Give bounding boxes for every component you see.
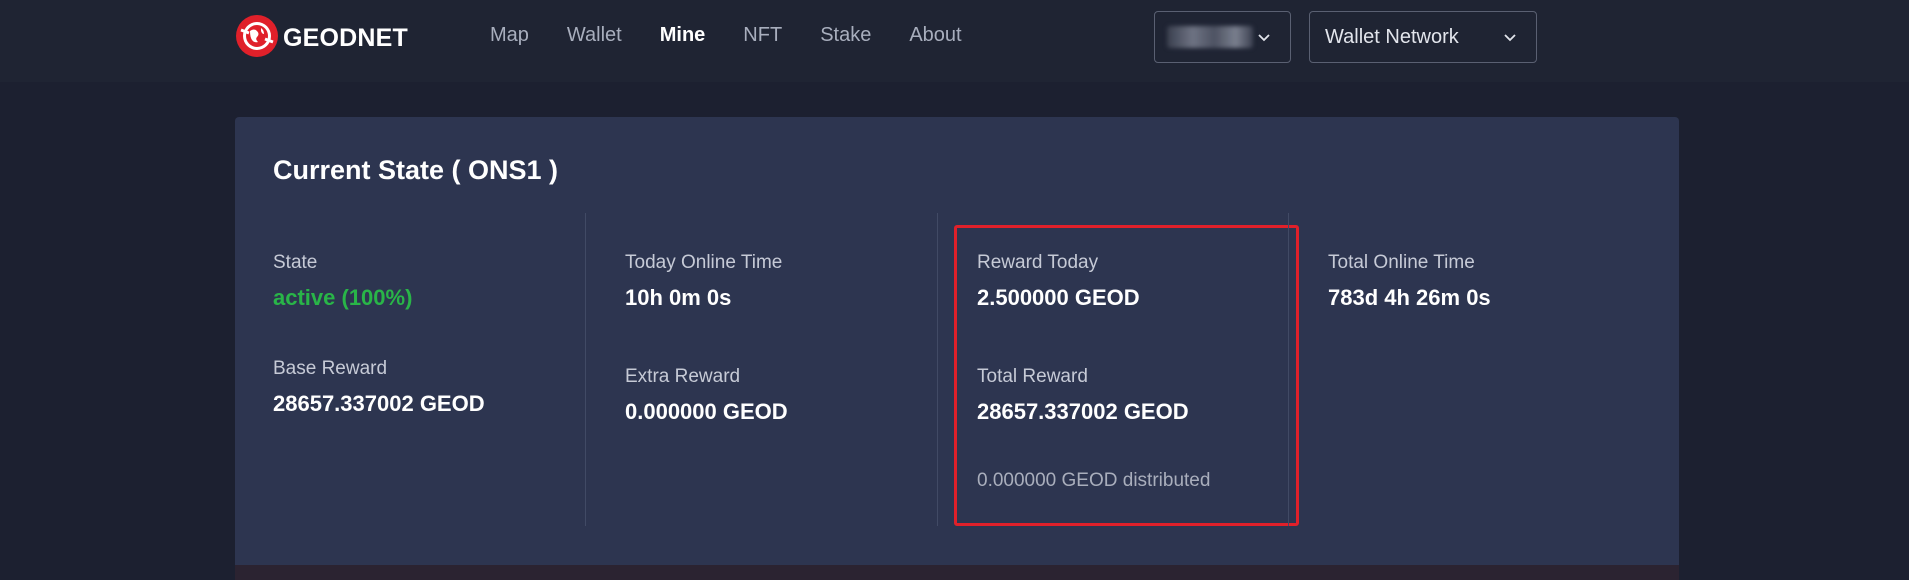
distributed-note: 0.000000 GEOD distributed <box>977 470 1211 491</box>
extra-reward-value: 0.000000 GEOD <box>625 399 788 424</box>
redacted-account <box>1167 26 1253 48</box>
nav-item-map[interactable]: Map <box>490 20 529 50</box>
current-state-card: Current State ( ONS1 ) State active (100… <box>235 117 1679 580</box>
extra-reward-label: Extra Reward <box>625 366 741 387</box>
column-divider <box>585 213 586 526</box>
today-online-time-label: Today Online Time <box>625 252 783 273</box>
brand-name: GEODNET <box>283 23 409 52</box>
chevron-down-icon <box>1504 31 1516 43</box>
total-online-time-value: 783d 4h 26m 0s <box>1328 285 1491 310</box>
main-nav: Map Wallet Mine NFT Stake About <box>490 20 1000 50</box>
reward-today-value: 2.500000 GEOD <box>977 285 1140 310</box>
brand-logo[interactable]: GEODNET <box>235 14 409 63</box>
total-reward-label: Total Reward <box>977 366 1088 387</box>
state-label: State <box>273 252 318 273</box>
next-section-edge <box>235 565 1679 580</box>
base-reward-value: 28657.337002 GEOD <box>273 391 485 416</box>
total-reward-value: 28657.337002 GEOD <box>977 399 1189 424</box>
total-online-time-label: Total Online Time <box>1328 252 1475 273</box>
nav-item-about[interactable]: About <box>909 20 961 50</box>
column-divider <box>1288 213 1289 526</box>
account-dropdown[interactable] <box>1154 11 1291 63</box>
geodnet-logo-icon <box>235 14 279 63</box>
card-title: Current State ( ONS1 ) <box>273 155 559 185</box>
wallet-network-label: Wallet Network <box>1325 25 1459 48</box>
nav-item-mine[interactable]: Mine <box>660 20 706 50</box>
chevron-down-icon <box>1258 31 1270 43</box>
reward-today-label: Reward Today <box>977 252 1099 273</box>
nav-item-wallet[interactable]: Wallet <box>567 20 622 50</box>
wallet-network-dropdown[interactable]: Wallet Network <box>1309 11 1537 63</box>
base-reward-label: Base Reward <box>273 358 388 379</box>
top-navigation-bar: GEODNET Map Wallet Mine NFT Stake About … <box>0 0 1909 82</box>
nav-item-stake[interactable]: Stake <box>820 20 871 50</box>
column-divider <box>937 213 938 526</box>
nav-item-nft[interactable]: NFT <box>743 20 782 50</box>
today-online-time-value: 10h 0m 0s <box>625 285 732 310</box>
state-value: active (100%) <box>273 285 413 310</box>
